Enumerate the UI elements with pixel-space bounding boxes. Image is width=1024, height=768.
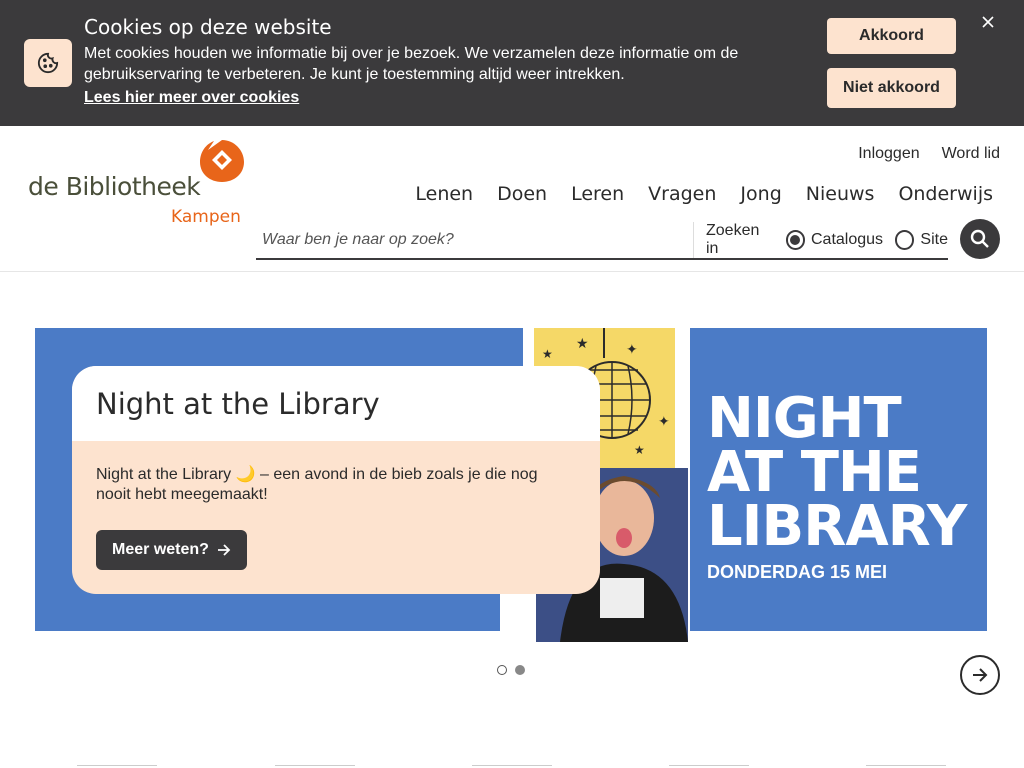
cookie-text: Met cookies houden we informatie bij ove… bbox=[84, 45, 739, 83]
accept-cookies-button[interactable]: Akkoord bbox=[827, 18, 956, 54]
hero-card-header: Night at the Library bbox=[72, 366, 600, 441]
carousel-dot[interactable] bbox=[497, 665, 507, 675]
hero-banner-date: DONDERDAG 15 MEI bbox=[707, 562, 888, 582]
svg-text:★: ★ bbox=[576, 336, 589, 352]
more-info-button[interactable]: Meer weten? bbox=[96, 530, 247, 570]
more-info-button-label: Meer weten? bbox=[112, 541, 209, 558]
nav-item-leren[interactable]: Leren bbox=[571, 183, 624, 205]
search-scope-label: Zoeken in bbox=[706, 222, 760, 257]
nav-item-onderwijs[interactable]: Onderwijs bbox=[898, 183, 993, 205]
hero-banner-line: AT THE bbox=[707, 440, 922, 505]
carousel-next-button[interactable] bbox=[960, 655, 1000, 695]
divider bbox=[275, 765, 355, 766]
divider bbox=[77, 765, 157, 766]
close-icon[interactable] bbox=[978, 12, 998, 32]
radio-catalogus-label[interactable]: Catalogus bbox=[811, 231, 883, 249]
divider bbox=[472, 765, 552, 766]
nav-item-doen[interactable]: Doen bbox=[497, 183, 547, 205]
become-member-link[interactable]: Word lid bbox=[942, 145, 1000, 163]
logo-location: Kampen bbox=[171, 207, 241, 227]
hero-card-text: Night at the Library 🌙 – een avond in de… bbox=[96, 466, 538, 503]
svg-text:★: ★ bbox=[634, 443, 645, 457]
divider bbox=[866, 765, 946, 766]
svg-text:✦: ✦ bbox=[658, 414, 670, 430]
nav-item-jong[interactable]: Jong bbox=[740, 183, 781, 205]
svg-text:✦: ✦ bbox=[626, 342, 638, 358]
main-nav: Lenen Doen Leren Vragen Jong Nieuws Onde… bbox=[415, 183, 993, 205]
search-button[interactable] bbox=[960, 219, 1000, 259]
hero-card-title: Night at the Library bbox=[96, 386, 380, 421]
decline-cookies-button[interactable]: Niet akkoord bbox=[827, 68, 956, 108]
login-link[interactable]: Inloggen bbox=[858, 145, 919, 163]
cookie-icon bbox=[24, 39, 72, 87]
logo-mark-icon bbox=[200, 140, 244, 182]
divider bbox=[669, 765, 749, 766]
cookie-info-link[interactable]: Lees hier meer over cookies bbox=[84, 89, 299, 107]
radio-site-label[interactable]: Site bbox=[920, 231, 948, 249]
arrow-right-icon bbox=[217, 544, 231, 556]
carousel-dot[interactable] bbox=[515, 665, 525, 675]
nav-item-lenen[interactable]: Lenen bbox=[415, 183, 473, 205]
logo-text: de Bibliotheek bbox=[28, 172, 201, 201]
hero-card: Night at the Library Night at the Librar… bbox=[72, 366, 600, 594]
search-bar: Zoeken in Catalogus Site bbox=[256, 222, 948, 260]
nav-item-nieuws[interactable]: Nieuws bbox=[806, 183, 875, 205]
arrow-right-icon bbox=[973, 668, 988, 682]
nav-item-vragen[interactable]: Vragen bbox=[648, 183, 716, 205]
library-logo[interactable]: de Bibliotheek Kampen bbox=[28, 136, 253, 227]
hero-banner: NIGHT AT THE LIBRARY DONDERDAG 15 MEI bbox=[690, 328, 987, 631]
search-icon bbox=[970, 229, 989, 248]
search-scope: Zoeken in Catalogus Site bbox=[693, 222, 948, 258]
hero-banner-line: LIBRARY bbox=[707, 494, 967, 559]
site-header: de Bibliotheek Kampen Inloggen Word lid … bbox=[0, 126, 1024, 272]
cookie-title: Cookies op deze website bbox=[84, 15, 332, 39]
svg-text:★: ★ bbox=[542, 347, 553, 361]
search-input[interactable] bbox=[256, 222, 693, 258]
radio-site[interactable] bbox=[895, 230, 915, 250]
top-links: Inloggen Word lid bbox=[858, 145, 1000, 163]
hero-banner-text: NIGHT AT THE LIBRARY bbox=[707, 386, 967, 559]
radio-catalogus[interactable] bbox=[785, 230, 805, 250]
carousel-dots bbox=[497, 665, 525, 675]
cookie-banner: Cookies op deze website Met cookies houd… bbox=[0, 0, 1024, 126]
hero-banner-line: NIGHT bbox=[707, 386, 902, 451]
